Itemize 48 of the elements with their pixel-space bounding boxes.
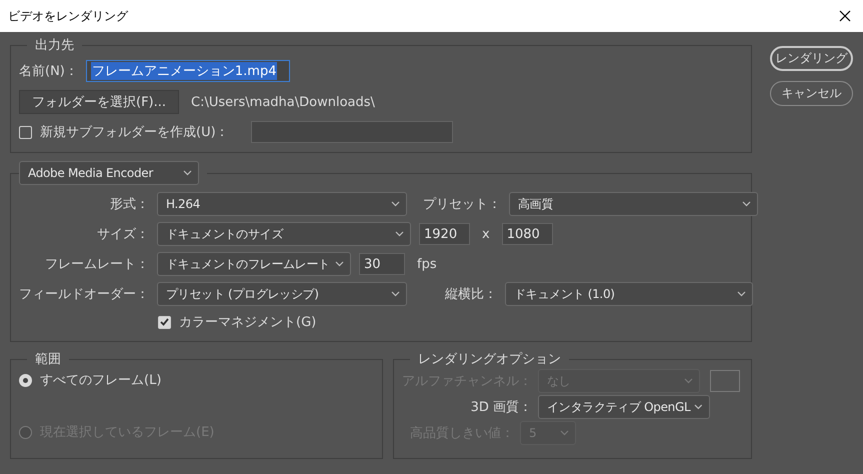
chevron-icon bbox=[684, 378, 693, 384]
quality-3d-dropdown[interactable]: インタラクティブ OpenGL bbox=[538, 395, 710, 419]
preset-label: プリセット： bbox=[422, 196, 501, 213]
size-label: サイズ： bbox=[96, 226, 149, 243]
chevron-icon bbox=[694, 404, 703, 410]
frame-rate-dropdown[interactable]: ドキュメントのフレームレート bbox=[157, 252, 351, 276]
dialog-button[interactable]: キャンセル bbox=[770, 81, 853, 106]
radio-label: すべてのフレーム(L) bbox=[40, 372, 162, 389]
section-title: レンダリングオプション bbox=[417, 351, 562, 368]
subfolder-label: 新規サブフォルダーを作成(U)： bbox=[40, 124, 229, 141]
section-title: 出力先 bbox=[34, 37, 75, 54]
chevron-icon bbox=[737, 291, 746, 297]
chevron-icon bbox=[391, 291, 400, 297]
folder-button[interactable]: フォルダーを選択(F)... bbox=[19, 90, 180, 114]
color-management-label: カラーマネジメント(G) bbox=[179, 314, 316, 331]
height-field[interactable]: 1080 bbox=[502, 223, 553, 245]
format-label: 形式： bbox=[109, 196, 149, 213]
encoder-dropdown[interactable]: Adobe Media Encoder bbox=[19, 161, 199, 185]
field-order-label: フィールドオーダー： bbox=[19, 286, 149, 303]
aspect-dropdown[interactable]: ドキュメント (1.0) bbox=[505, 282, 753, 306]
section-title: 範囲 bbox=[34, 351, 62, 368]
close-icon[interactable] bbox=[839, 10, 851, 22]
subfolder-field[interactable] bbox=[250, 121, 453, 143]
folder-path: C:\Users\madha\Downloads\ bbox=[191, 94, 375, 110]
width-field[interactable]: 1920 bbox=[419, 223, 470, 245]
field-order-dropdown[interactable]: プリセット (プログレッシブ) bbox=[157, 282, 407, 306]
frame-rate-label: フレームレート： bbox=[44, 256, 149, 273]
fps-field[interactable]: 30 bbox=[359, 253, 405, 275]
chevron-icon bbox=[742, 201, 751, 207]
size-dropdown[interactable]: ドキュメントのサイズ bbox=[157, 222, 411, 246]
name-field[interactable]: フレームアニメーション1.mp4 bbox=[86, 60, 290, 82]
chevron-icon bbox=[395, 231, 404, 237]
chevron-icon bbox=[183, 170, 192, 176]
chevron-icon bbox=[560, 430, 569, 436]
chevron-icon bbox=[391, 201, 400, 207]
color-swatch[interactable] bbox=[710, 370, 740, 392]
window-title: ビデオをレンダリング bbox=[8, 8, 128, 24]
times-sign: x bbox=[482, 226, 490, 242]
chevron-icon bbox=[335, 261, 344, 267]
color-management-checkbox[interactable] bbox=[158, 316, 171, 328]
format-dropdown[interactable]: H.264 bbox=[157, 192, 407, 216]
quality-3d-label: 3D 画質： bbox=[470, 399, 532, 416]
preset-dropdown[interactable]: 高画質 bbox=[509, 192, 758, 216]
subfolder-checkbox[interactable] bbox=[19, 126, 32, 138]
dialog-button[interactable]: レンダリング bbox=[770, 46, 853, 71]
aspect-label: 縦横比： bbox=[444, 286, 497, 303]
name-label: 名前(N)： bbox=[19, 63, 78, 80]
fps-unit: fps bbox=[417, 256, 437, 272]
